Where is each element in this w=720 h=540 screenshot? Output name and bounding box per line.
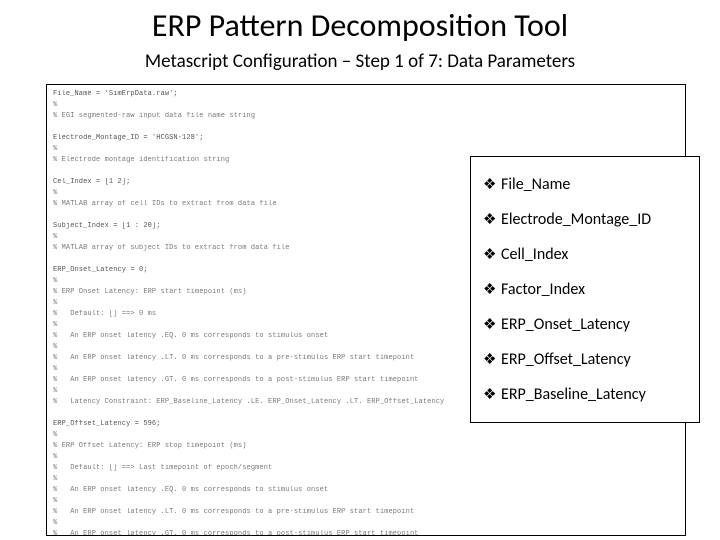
parameter-label: ERP_Offset_Latency [501, 350, 687, 369]
code-line: % Default: [] ==> Last timepoint of epoc… [53, 463, 679, 474]
code-line: % [53, 100, 679, 111]
slide: ERP Pattern Decomposition Tool Metascrip… [0, 0, 720, 540]
code-line: % An ERP onset latency .LT. 0 ms corresp… [53, 507, 679, 518]
diamond-bullet-icon: ❖ [483, 280, 501, 299]
diamond-bullet-icon: ❖ [483, 175, 501, 194]
code-line: % An ERP onset latency .GT. 0 ms corresp… [53, 529, 679, 536]
code-line: % [53, 518, 679, 529]
code-line: % [53, 144, 679, 155]
page-title: ERP Pattern Decomposition Tool [0, 6, 720, 45]
parameter-item: ❖Electrode_Montage_ID [483, 202, 687, 237]
parameter-item: ❖File_Name [483, 167, 687, 202]
code-line: % [53, 496, 679, 507]
parameter-item: ❖Cell_Index [483, 237, 687, 272]
code-line [53, 122, 679, 133]
code-line: File_Name = 'SimErpData.raw'; [53, 89, 679, 100]
diamond-bullet-icon: ❖ [483, 350, 501, 369]
code-line: Electrode_Montage_ID = 'HCGSN-128'; [53, 133, 679, 144]
code-line: % [53, 474, 679, 485]
diamond-bullet-icon: ❖ [483, 245, 501, 264]
parameter-item: ❖ERP_Baseline_Latency [483, 377, 687, 412]
parameter-label: ERP_Onset_Latency [501, 315, 687, 334]
parameter-item: ❖ERP_Onset_Latency [483, 307, 687, 342]
code-line: % [53, 430, 679, 441]
diamond-bullet-icon: ❖ [483, 210, 501, 229]
parameter-label: File_Name [501, 175, 687, 194]
diamond-bullet-icon: ❖ [483, 315, 501, 334]
parameter-label: Electrode_Montage_ID [501, 210, 687, 229]
code-line: % ERP Offset Latency: ERP stop timepoint… [53, 441, 679, 452]
page-subtitle: Metascript Configuration – Step 1 of 7: … [0, 50, 720, 73]
parameter-item: ❖Factor_Index [483, 272, 687, 307]
code-line: % An ERP onset latency .EQ. 0 ms corresp… [53, 485, 679, 496]
parameter-label: Cell_Index [501, 245, 687, 264]
parameter-list: ❖File_Name❖Electrode_Montage_ID❖Cell_Ind… [470, 156, 700, 423]
diamond-bullet-icon: ❖ [483, 385, 501, 404]
parameter-label: ERP_Baseline_Latency [501, 385, 687, 404]
code-line: % EGI segmented-raw input data file name… [53, 111, 679, 122]
parameter-item: ❖ERP_Offset_Latency [483, 342, 687, 377]
parameter-label: Factor_Index [501, 280, 687, 299]
code-line: % [53, 452, 679, 463]
